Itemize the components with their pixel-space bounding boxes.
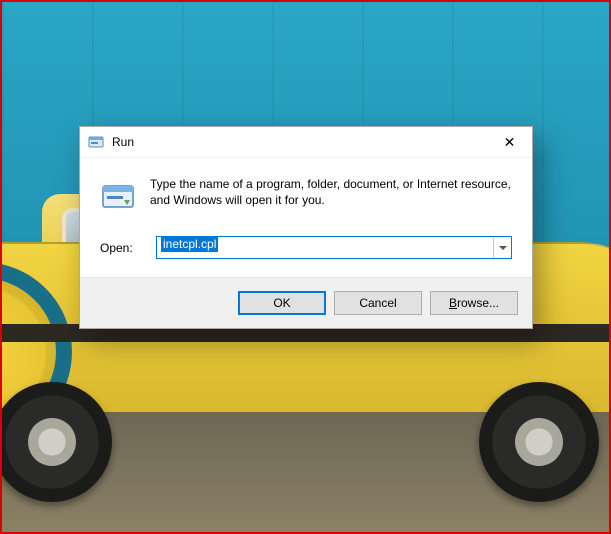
open-label: Open: — [100, 241, 144, 255]
open-combobox[interactable]: inetcpl.cpl — [156, 236, 512, 259]
close-button[interactable]: ✕ — [487, 127, 532, 157]
dialog-title: Run — [112, 135, 487, 149]
run-app-icon — [88, 134, 104, 150]
cancel-button[interactable]: Cancel — [334, 291, 422, 315]
intro-row: Type the name of a program, folder, docu… — [100, 176, 512, 214]
browse-button[interactable]: Browse... — [430, 291, 518, 315]
ok-button[interactable]: OK — [238, 291, 326, 315]
run-dialog: Run ✕ Type the name of a program, folder… — [79, 126, 533, 329]
open-row: Open: inetcpl.cpl — [100, 236, 512, 259]
titlebar[interactable]: Run ✕ — [80, 127, 532, 158]
chevron-down-icon — [499, 246, 507, 250]
button-row: OK Cancel Browse... — [80, 277, 532, 328]
open-dropdown-button[interactable] — [493, 237, 511, 258]
dialog-body: Type the name of a program, folder, docu… — [80, 158, 532, 277]
close-icon: ✕ — [504, 135, 516, 149]
run-dialog-icon — [100, 178, 136, 214]
open-input[interactable]: inetcpl.cpl — [157, 237, 493, 258]
dialog-description: Type the name of a program, folder, docu… — [150, 176, 512, 214]
